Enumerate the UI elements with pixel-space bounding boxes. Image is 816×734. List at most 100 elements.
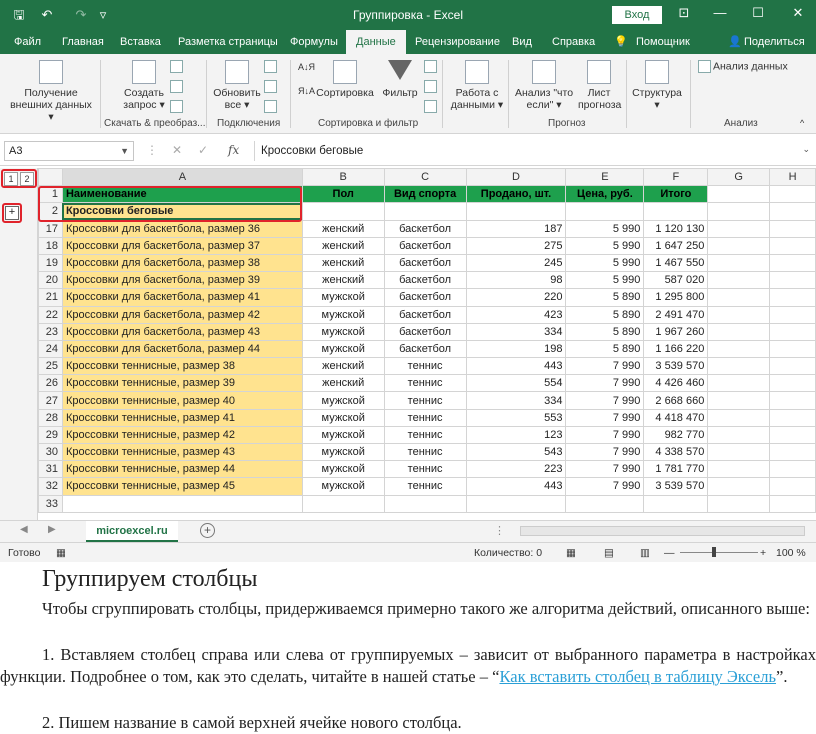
sheet-tab-active[interactable]: microexcel.ru [86, 521, 178, 542]
scroll-right-icon[interactable]: ▶ [48, 524, 56, 535]
row-header[interactable]: 19 [38, 253, 63, 273]
cell[interactable] [643, 202, 709, 221]
sold-cell[interactable]: 554 [465, 374, 567, 393]
cell[interactable] [707, 374, 771, 393]
name-cell[interactable]: Кроссовки для баскетбола, размер 44 [61, 339, 303, 359]
normal-view-icon[interactable]: ▦ [566, 547, 576, 559]
advanced-filter-icon[interactable] [424, 100, 439, 113]
cell[interactable] [769, 288, 816, 307]
sport-cell[interactable]: теннис [383, 460, 467, 479]
sex-cell[interactable]: мужской [301, 305, 385, 324]
tab-file[interactable]: Файл [14, 30, 41, 54]
sport-cell[interactable]: баскетбол [383, 236, 467, 255]
share-icon[interactable]: 👤 [728, 30, 742, 54]
name-cell[interactable]: Кроссовки для баскетбола, размер 42 [61, 305, 303, 324]
cell[interactable] [707, 477, 771, 496]
total-cell[interactable]: 1 781 770 [643, 460, 709, 479]
sport-cell[interactable]: теннис [383, 357, 467, 376]
row-header[interactable]: 27 [38, 391, 63, 410]
total-cell[interactable]: 1 295 800 [643, 288, 709, 307]
sold-cell[interactable]: 334 [465, 322, 567, 341]
total-cell[interactable]: 982 770 [643, 425, 709, 445]
total-cell[interactable]: 1 166 220 [643, 339, 709, 359]
close-icon[interactable]: ✕ [786, 5, 810, 21]
horizontal-scrollbar[interactable] [520, 526, 805, 536]
cell[interactable] [707, 357, 771, 376]
sport-cell[interactable]: теннис [383, 374, 467, 393]
name-cell[interactable]: Кроссовки теннисные, размер 41 [61, 408, 303, 427]
sold-cell[interactable]: 223 [465, 460, 567, 479]
price-cell[interactable]: 7 990 [565, 391, 645, 410]
cell[interactable] [707, 236, 771, 255]
cancel-icon[interactable]: ✕ [172, 143, 182, 157]
total-cell[interactable]: 3 539 570 [643, 477, 709, 496]
insert-function-icon[interactable]: fx [228, 143, 239, 157]
sold-cell[interactable]: 98 [465, 271, 567, 290]
row-header[interactable]: 18 [38, 236, 63, 255]
sex-cell[interactable]: женский [301, 219, 385, 238]
cell[interactable] [707, 202, 771, 221]
price-cell[interactable]: 5 890 [565, 288, 645, 307]
macro-record-icon[interactable]: ▦ [56, 547, 66, 559]
row-header[interactable]: 30 [38, 442, 63, 462]
column-header-d[interactable]: D [465, 167, 567, 187]
sport-cell[interactable]: баскетбол [383, 305, 467, 324]
cell[interactable] [769, 219, 816, 238]
price-cell[interactable]: 7 990 [565, 477, 645, 496]
cell[interactable] [707, 288, 771, 307]
row-header[interactable]: 29 [38, 425, 63, 445]
data-tools-button[interactable]: Работа с данными ▾ [448, 60, 506, 111]
page-break-view-icon[interactable]: ▥ [640, 547, 650, 559]
row-header[interactable]: 20 [38, 271, 63, 290]
tab-review[interactable]: Рецензирование [415, 30, 500, 54]
cell[interactable] [769, 185, 816, 204]
sex-cell[interactable]: мужской [301, 460, 385, 479]
minimize-icon[interactable]: — [708, 5, 732, 20]
price-cell[interactable]: 7 990 [565, 357, 645, 376]
create-query-button[interactable]: Создать запрос ▾ [118, 60, 170, 111]
header-cell-sport[interactable]: Вид спорта [383, 185, 467, 204]
name-cell[interactable]: Кроссовки теннисные, размер 42 [61, 425, 303, 445]
sport-cell[interactable]: баскетбол [383, 322, 467, 341]
refresh-all-button[interactable]: Обновить все ▾ [212, 60, 262, 111]
connections-icon[interactable] [264, 60, 279, 73]
enter-icon[interactable]: ✓ [198, 143, 208, 157]
price-cell[interactable]: 5 890 [565, 339, 645, 359]
column-header-g[interactable]: G [707, 167, 771, 187]
cell[interactable] [769, 460, 816, 479]
sold-cell[interactable]: 334 [465, 391, 567, 410]
total-cell[interactable]: 2 668 660 [643, 391, 709, 410]
sold-cell[interactable]: 187 [465, 219, 567, 238]
cell[interactable] [769, 339, 816, 359]
total-cell[interactable]: 1 967 260 [643, 322, 709, 341]
show-queries-icon[interactable] [170, 60, 185, 73]
sold-cell[interactable]: 245 [465, 253, 567, 273]
tab-split-icon[interactable]: ⋮ [494, 524, 505, 537]
total-cell[interactable]: 4 426 460 [643, 374, 709, 393]
price-cell[interactable]: 5 990 [565, 271, 645, 290]
cell[interactable] [707, 322, 771, 341]
reapply-icon[interactable] [424, 80, 439, 93]
collapse-ribbon-icon[interactable]: ^ [800, 118, 804, 128]
sex-cell[interactable]: женский [301, 253, 385, 273]
sex-cell[interactable]: мужской [301, 442, 385, 462]
row-header[interactable]: 32 [38, 477, 63, 496]
row-header[interactable]: 21 [38, 288, 63, 307]
name-cell[interactable]: Кроссовки теннисные, размер 40 [61, 391, 303, 410]
sold-cell[interactable]: 543 [465, 442, 567, 462]
name-cell[interactable]: Кроссовки для баскетбола, размер 43 [61, 322, 303, 341]
tab-share[interactable]: Поделиться [744, 30, 805, 54]
column-header-a[interactable]: A [61, 167, 303, 187]
cell[interactable] [769, 425, 816, 445]
sign-in-button[interactable]: Вход [612, 6, 662, 24]
price-cell[interactable]: 5 990 [565, 253, 645, 273]
zoom-slider-thumb[interactable] [712, 547, 716, 557]
cell[interactable] [465, 202, 567, 221]
cell[interactable] [383, 494, 467, 513]
total-cell[interactable]: 3 539 570 [643, 357, 709, 376]
sport-cell[interactable]: баскетбол [383, 288, 467, 307]
sold-cell[interactable]: 443 [465, 477, 567, 496]
chevron-down-icon[interactable]: ▼ [120, 142, 129, 160]
sort-button[interactable]: Сортировка [316, 60, 374, 99]
zoom-slider[interactable] [680, 552, 758, 553]
